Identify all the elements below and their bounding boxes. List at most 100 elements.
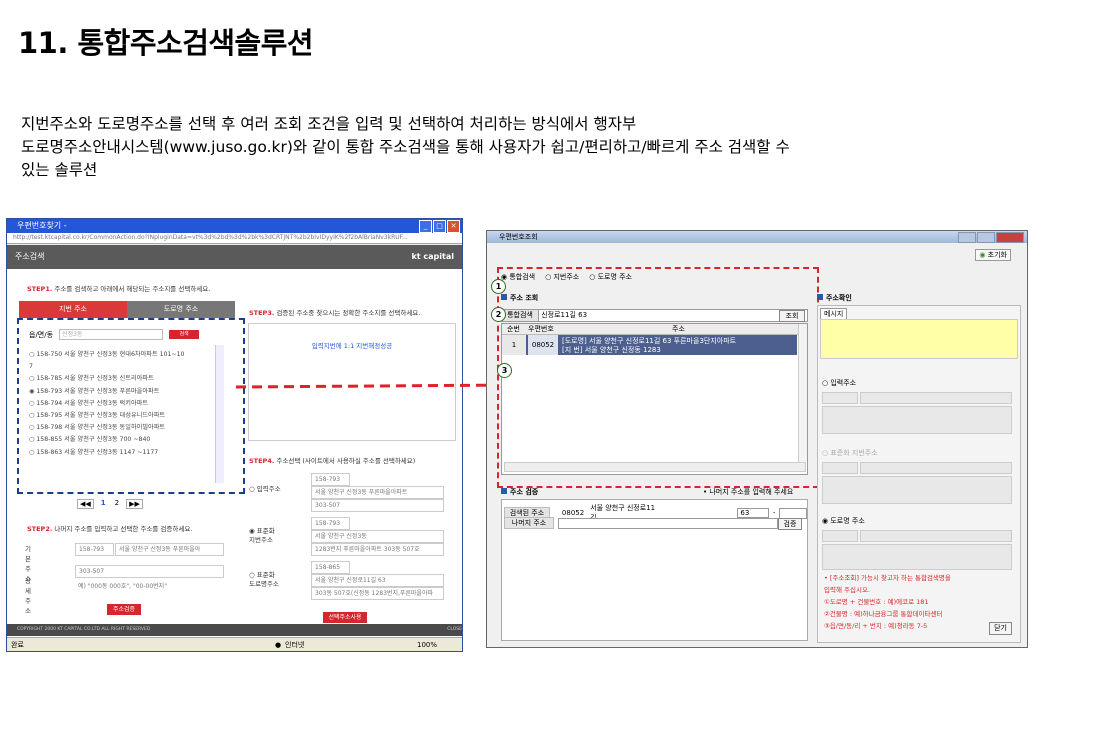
note-line: ③읍/면/동/리 + 번지 : 예)청라동 7-5 xyxy=(824,622,928,630)
section-verify-title: 주소 검증 xyxy=(510,488,539,496)
std-jibun-address-field: 서울 양천구 신정3동 xyxy=(311,530,444,543)
description: 지번주소와 도로명주소를 선택 후 여러 조회 조건을 입력 및 선택하여 처리… xyxy=(21,113,1061,182)
step3-label: STEP3. xyxy=(249,309,275,317)
section-confirm-title: 주소확인 xyxy=(826,294,852,302)
pager-page-2[interactable]: 2 xyxy=(113,499,121,509)
step4-caption: STEP4. 주소선택 (사이트에서 사용하실 주소를 선택하세요) xyxy=(249,455,415,465)
std-jibun-address-field xyxy=(860,462,1012,474)
highlight-box-integrated xyxy=(497,267,819,488)
input-address-field xyxy=(860,392,1012,404)
tab-road[interactable]: 도로명 주소 xyxy=(127,301,235,318)
close-button[interactable]: 닫기 xyxy=(989,622,1012,635)
tab-jibun[interactable]: 지번 주소 xyxy=(19,301,127,318)
input-detail-field: 303-507 xyxy=(311,499,444,512)
building-subnumber-field[interactable] xyxy=(779,507,807,519)
globe-icon: ● xyxy=(275,641,282,649)
step1-label: STEP1. xyxy=(27,285,53,293)
step2-text: 나머지 주소를 입력하고 선택한 주소를 검증하세요. xyxy=(54,525,193,533)
close-icon[interactable]: ✕ xyxy=(447,220,460,233)
input-zip-field xyxy=(822,392,858,404)
step1-caption: STEP1. 주소를 검색하고 아래에서 해당되는 주소지를 선택하세요. xyxy=(27,283,210,293)
rest-address-label: 나머지 주소 xyxy=(504,517,554,529)
verify-hint: • 나머지 주소를 입력해 주세요 xyxy=(703,488,794,496)
marker-2: 2 xyxy=(491,307,506,322)
highlight-box-legacy xyxy=(17,318,245,494)
page-header: 주소검색 kt capital xyxy=(7,245,462,269)
rest-address-row: 나머지 주소 xyxy=(504,517,778,529)
status-zone: 인터넷 xyxy=(285,641,305,649)
use-selected-address-button[interactable]: 선택주소사용 xyxy=(323,612,367,623)
marker-3: 3 xyxy=(497,363,512,378)
option-input-address[interactable]: ○ 입력주소 xyxy=(249,483,281,493)
zoom-level[interactable]: 100% xyxy=(417,638,437,651)
pager-last-button[interactable]: ▶▶ xyxy=(126,499,143,509)
reset-label: 초기화 xyxy=(987,251,1007,259)
note-line: ②건물명 : 예)하나금융그룹 통합데이타센터 xyxy=(824,610,943,618)
page-title: 11. 통합주소검색솔루션 xyxy=(18,26,314,60)
verify-panel: 검색된 주소 08052 서울 양천구 신정로11길 63 - 나머지 주소 검… xyxy=(501,499,808,641)
option-std-jibun[interactable]: ◉ 표준화 지번주소 xyxy=(249,527,275,545)
status-done: 완료 xyxy=(11,641,24,649)
minimize-icon[interactable]: _ xyxy=(419,220,432,233)
found-zip: 08052 xyxy=(561,509,585,517)
std-jibun-detail-field xyxy=(822,476,1012,504)
section-marker-icon xyxy=(501,488,507,494)
option-std-jibun[interactable]: ○ 표준화 지번주소 xyxy=(822,448,878,458)
reset-button[interactable]: ◉ 초기화 xyxy=(975,249,1011,261)
option-std-road-label: 표준화 도로명주소 xyxy=(249,571,279,588)
step3-text: 검증된 주소중 찾으시는 정확한 주소지를 선택하세요. xyxy=(276,309,421,317)
window-title: 우편번호조회 xyxy=(499,233,538,241)
window-title: 우편번호찾기 - xyxy=(17,221,67,230)
brand-logo: kt capital xyxy=(411,252,454,261)
browser-statusbar: 완료 ● 인터넷 100% xyxy=(7,637,462,651)
step4-label: STEP4. xyxy=(249,457,275,465)
close-icon[interactable] xyxy=(996,232,1024,243)
legacy-zipcode-window: 우편번호찾기 - _ □ ✕ http://test.ktcapital.co.… xyxy=(6,218,463,652)
marker-1: 1 xyxy=(491,279,506,294)
std-jibun-zip-field xyxy=(822,462,858,474)
basic-zip-field: 158-793 xyxy=(75,543,114,556)
description-line-1: 지번주소와 도로명주소를 선택 후 여러 조회 조건을 입력 및 선택하여 처리… xyxy=(21,115,637,133)
option-input-label: 입력주소 xyxy=(256,485,281,493)
verify-address-button[interactable]: 주소검증 xyxy=(107,604,141,615)
pager-page-1[interactable]: 1 xyxy=(99,499,108,509)
address-type-tabs: 지번 주소 도로명 주소 xyxy=(19,301,235,318)
note-line: • [주소조회] 가능시 찾고자 하는 통합검색명을 xyxy=(824,574,951,582)
detail-hint: 예) "000동 000호", "00-00번지" xyxy=(75,581,222,592)
verify-button[interactable]: 검증 xyxy=(778,518,802,530)
road-address-field xyxy=(860,530,1012,542)
section-verify: 주소 검증 xyxy=(501,487,538,497)
message-box xyxy=(820,319,1018,359)
option-std-jibun-label: 표준화 지번주소 xyxy=(830,449,878,457)
section-confirm: 주소확인 xyxy=(817,293,852,303)
maximize-icon[interactable] xyxy=(977,232,995,243)
note-line: 입력해 주십시오. xyxy=(824,586,870,594)
option-road[interactable]: ◉ 도로명 주소 xyxy=(822,516,865,526)
option-input-label: 입력주소 xyxy=(830,379,857,387)
footer-close-link[interactable]: CLOSE xyxy=(447,624,462,636)
pager-first-button[interactable]: ◀◀ xyxy=(77,499,94,509)
step1-text: 주소를 검색하고 아래에서 해당되는 주소지를 선택하세요. xyxy=(54,285,211,293)
description-line-3: 있는 솔루션 xyxy=(21,161,98,179)
refresh-icon: ◉ xyxy=(979,251,986,259)
step2-caption: STEP2. 나머지 주소를 입력하고 선택한 주소를 검증하세요. xyxy=(27,523,192,533)
minimize-icon[interactable] xyxy=(958,232,976,243)
road-detail-field xyxy=(822,544,1012,570)
detail-address-label: 상세주소 xyxy=(25,577,31,615)
address-bar[interactable]: http://test.ktcapital.co.kr/CommonAction… xyxy=(7,233,462,244)
option-std-road[interactable]: ○ 표준화 도로명주소 xyxy=(249,571,279,589)
header-title: 주소검색 xyxy=(15,252,45,261)
std-road-address-field: 서울 양천구 신정로11길 63 xyxy=(311,574,444,587)
std-road-detail-field: 303동 507호(신정동 1283번지,푸른마을아파 xyxy=(311,587,444,600)
section-marker-icon xyxy=(817,294,823,300)
step2-label: STEP2. xyxy=(27,525,53,533)
rest-address-input[interactable] xyxy=(558,517,778,529)
dash-separator: - xyxy=(772,509,776,517)
std-jibun-detail-field: 1283번지 푸른마을아파트 303동 507호 xyxy=(311,543,444,556)
step3-caption: STEP3. 검증된 주소중 찾으시는 정확한 주소지를 선택하세요. xyxy=(249,307,420,317)
flow-arrow xyxy=(236,379,528,391)
detail-address-input[interactable]: 303-507 xyxy=(75,565,224,578)
maximize-icon[interactable]: □ xyxy=(433,220,446,233)
description-line-2: 도로명주소안내시스템(www.juso.go.kr)와 같이 통합 주소검색을 … xyxy=(21,138,790,156)
option-input-address[interactable]: ○ 입력주소 xyxy=(822,378,856,388)
